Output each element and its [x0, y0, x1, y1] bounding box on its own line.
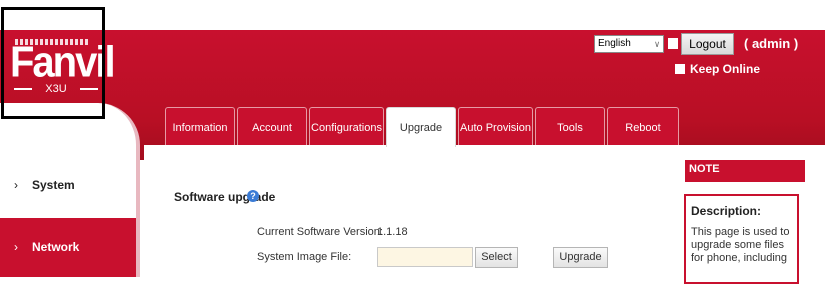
tab-account[interactable]: Account [237, 107, 307, 145]
select-button[interactable]: Select [475, 247, 518, 268]
current-version-value: 1.1.18 [377, 226, 408, 238]
tab-auto-provision[interactable]: Auto Provision [458, 107, 533, 145]
sidebar-item-label: System [32, 178, 75, 192]
tab-upgrade[interactable]: Upgrade [386, 107, 456, 147]
tab-reboot-phone[interactable]: Reboot Phone [607, 107, 679, 174]
current-version-label: Current Software Version: [257, 226, 383, 238]
language-checkbox[interactable] [668, 38, 678, 49]
chevron-right-icon: › [14, 178, 18, 192]
user-label: ( admin ) [744, 36, 799, 51]
keep-online-checkbox[interactable] [675, 64, 685, 74]
note-heading: NOTE [685, 160, 805, 182]
image-file-label: System Image File: [257, 251, 352, 263]
tab-configurations[interactable]: Configurations [309, 107, 384, 145]
section-title: Software upgrade [174, 190, 276, 204]
logo-highlight-box [1, 7, 105, 119]
keep-online-label: Keep Online [690, 62, 761, 76]
tab-information[interactable]: Information [165, 107, 235, 145]
sidebar-item-label: Network [32, 240, 80, 254]
logout-button[interactable]: Logout [681, 33, 734, 55]
chevron-down-icon: ∨ [654, 39, 660, 49]
description-text: This page is used to upgrade some files … [691, 226, 790, 264]
language-select[interactable]: English ∨ [594, 35, 664, 53]
image-file-input[interactable] [377, 247, 473, 267]
help-icon[interactable]: ? [247, 190, 259, 202]
chevron-right-icon: › [14, 240, 18, 254]
sidebar-item-network[interactable]: › Network [0, 218, 136, 277]
tab-tools[interactable]: Tools [535, 107, 605, 145]
upgrade-button[interactable]: Upgrade [553, 247, 608, 268]
language-value: English [598, 38, 631, 49]
sidebar-item-system[interactable]: › System [0, 160, 136, 210]
description-title: Description: [691, 204, 762, 218]
